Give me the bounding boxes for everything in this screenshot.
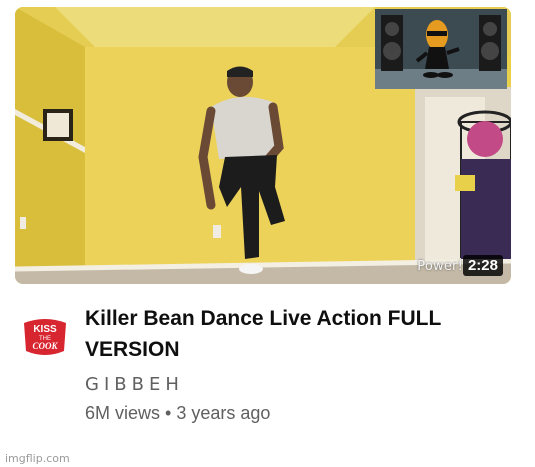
- channel-name[interactable]: GIBBEH: [85, 374, 184, 395]
- video-title-line-1: Killer Bean Dance Live Action FULL: [85, 307, 442, 330]
- imgflip-watermark: imgflip.com: [5, 452, 70, 465]
- killer-bean-figure: [375, 9, 507, 89]
- svg-text:COOK: COOK: [32, 341, 58, 351]
- kiss-the-cook-logo: KISS THE COOK: [24, 319, 66, 355]
- video-title[interactable]: Killer Bean Dance Live Action FULL VERSI…: [85, 303, 505, 365]
- duration-badge: 2:28: [462, 255, 503, 276]
- svg-text:KISS: KISS: [33, 324, 57, 335]
- meta-separator: •: [165, 403, 172, 423]
- powerdirector-watermark: Power!: [417, 259, 463, 274]
- video-thumbnail[interactable]: Power! 2:28: [15, 7, 511, 284]
- video-metadata: 6M views • 3 years ago: [85, 403, 270, 424]
- killer-bean-inset-image: [375, 9, 507, 89]
- video-title-line-2: VERSION: [85, 338, 180, 361]
- upload-age: 3 years ago: [176, 403, 271, 423]
- view-count: 6M views: [85, 403, 161, 423]
- channel-avatar[interactable]: KISS THE COOK: [20, 311, 70, 361]
